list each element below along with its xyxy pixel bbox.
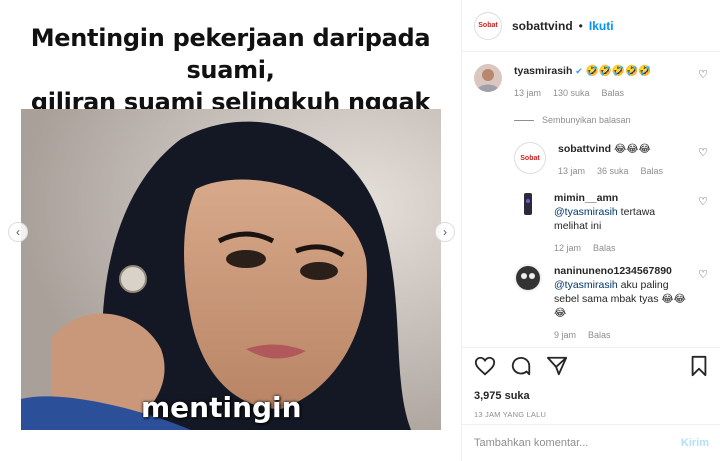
comment-likes[interactable]: 130 suka [553, 86, 590, 100]
portrait-illustration [21, 109, 441, 430]
share-button[interactable] [546, 355, 568, 382]
comment-item: tyasmirasih ✔ 🤣🤣🤣🤣🤣 13 jam 130 suka Bala… [474, 64, 714, 100]
send-icon [546, 356, 568, 375]
comment-text: 🤣🤣🤣🤣🤣 [585, 65, 652, 77]
avatar-logo-text: Sobat [478, 22, 498, 29]
like-comment-heart-icon[interactable]: ♡ [698, 68, 708, 81]
comment-time: 13 jam [558, 166, 586, 176]
verified-badge-icon: ✔ [575, 66, 583, 76]
previous-image-button[interactable]: ‹ [8, 222, 28, 242]
reply-item: naninuneno1234567890 @tyasmirasih aku pa… [514, 264, 714, 342]
comment-mention[interactable]: @tyasmirasih [554, 279, 618, 291]
commenter-username[interactable]: naninuneno1234567890 [554, 265, 672, 277]
comment-time: 9 jam [554, 330, 577, 340]
commenter-avatar[interactable] [514, 264, 542, 292]
reply-item: mimin__amn @tyasmirasih tertawa melihat … [514, 191, 714, 255]
post-header: Sobat sobattvind • Ikuti [462, 0, 720, 52]
hide-replies-label: Sembunyikan balasan [542, 115, 631, 125]
photo-overlay-text: mentingin [141, 391, 302, 424]
reply-button[interactable]: Balas [588, 328, 611, 342]
hide-replies-button[interactable]: Sembunyikan balasan [514, 115, 631, 125]
comment-time: 13 jam [514, 88, 542, 98]
reply-button[interactable]: Balas [641, 164, 664, 178]
comment-icon [511, 356, 531, 375]
post-side-panel: Sobat sobattvind • Ikuti tyasmirasih ✔ 🤣… [461, 0, 720, 461]
separator-dot: • [578, 18, 583, 33]
commenter-username[interactable]: tyasmirasih [514, 65, 572, 77]
save-button[interactable] [689, 355, 709, 382]
author-username[interactable]: sobattvind [512, 19, 573, 33]
replies-divider [514, 119, 534, 121]
comment-time: 12 jam [554, 243, 582, 253]
commenter-username[interactable]: mimin__amn [554, 192, 618, 204]
comment-button[interactable] [510, 355, 532, 382]
commenter-avatar[interactable] [514, 191, 542, 219]
post-actions: 3,975 suka 13 JAM YANG LALU [462, 347, 720, 419]
reply-item: Sobat sobattvind 😂😂😂 13 jam 36 suka Bala… [514, 142, 714, 178]
chevron-right-icon: › [443, 225, 447, 239]
reply-button[interactable]: Balas [602, 86, 625, 100]
follow-button[interactable]: Ikuti [589, 19, 614, 33]
avatar-logo-text: Sobat [520, 154, 540, 162]
comment-mention[interactable]: @tyasmirasih [554, 206, 618, 218]
post-timestamp: 13 JAM YANG LALU [474, 410, 547, 419]
chevron-left-icon: ‹ [16, 225, 20, 239]
bookmark-icon [691, 355, 707, 376]
caption-line-1: Mentingin pekerjaan daripada suami, [30, 24, 431, 84]
comment-text: 😂😂😂 [614, 143, 651, 155]
heart-icon [474, 356, 496, 375]
like-comment-heart-icon[interactable]: ♡ [698, 146, 708, 159]
comment-likes[interactable]: 36 suka [597, 164, 629, 178]
post-media: Mentingin pekerjaan daripada suami, gili… [0, 0, 461, 461]
like-comment-heart-icon[interactable]: ♡ [698, 195, 708, 208]
post-comment-button[interactable]: Kirim [681, 437, 709, 449]
post-photo: mentingin [21, 109, 441, 430]
commenter-username[interactable]: sobattvind [558, 143, 611, 155]
commenter-avatar[interactable]: Sobat [514, 142, 546, 174]
comment-input[interactable] [474, 437, 681, 449]
next-image-button[interactable]: › [435, 222, 455, 242]
comment-composer: Kirim [462, 424, 720, 461]
likes-count[interactable]: 3,975 suka [474, 390, 709, 402]
commenter-avatar[interactable] [474, 64, 502, 92]
like-button[interactable] [474, 355, 496, 382]
like-comment-heart-icon[interactable]: ♡ [698, 268, 708, 281]
author-avatar[interactable]: Sobat [474, 11, 502, 40]
reply-button[interactable]: Balas [593, 241, 616, 255]
